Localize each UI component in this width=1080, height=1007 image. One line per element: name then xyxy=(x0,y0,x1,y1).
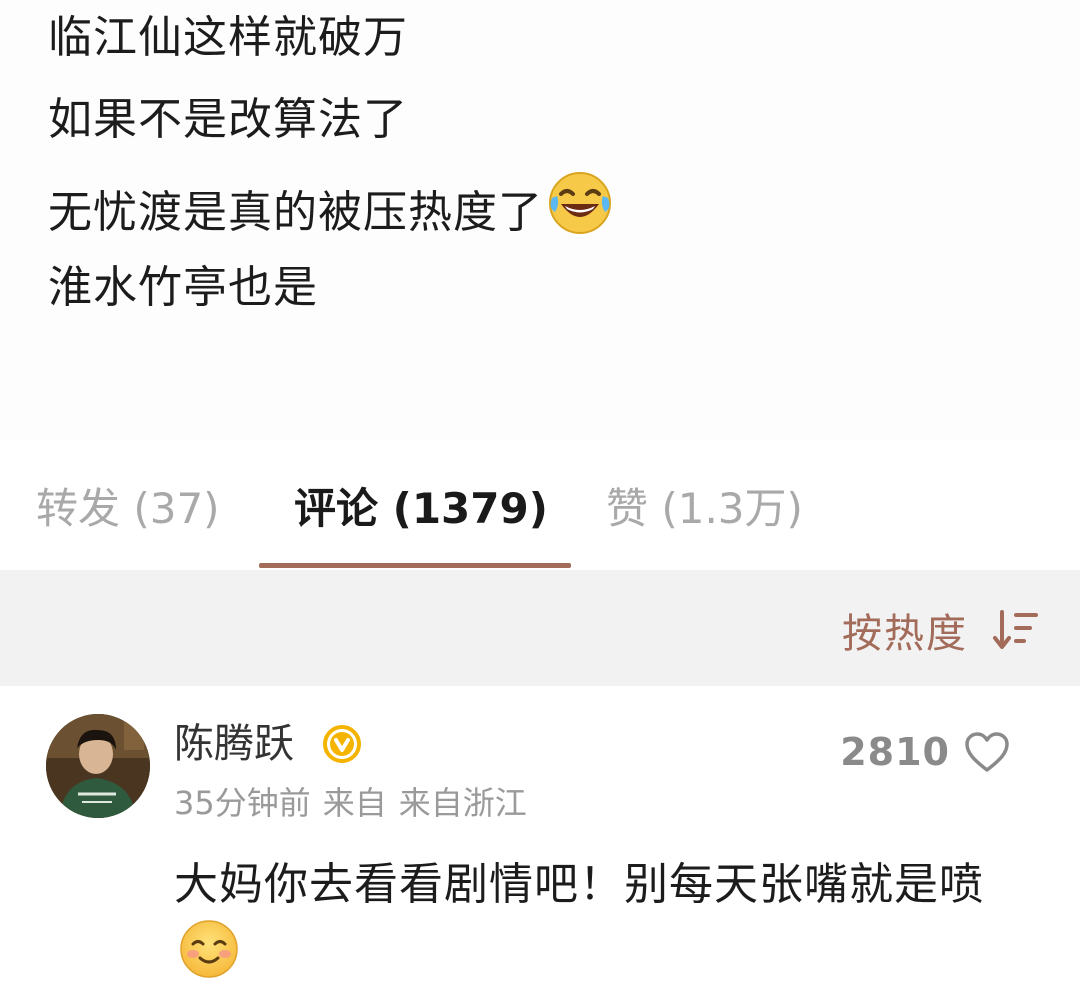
post-text-line: 淮水竹亭也是 xyxy=(48,262,318,313)
comment-text-content: 大妈你去看看剧情吧！别每天张嘴就是喷 xyxy=(174,859,984,910)
active-tab-indicator xyxy=(259,563,571,568)
comment-text: 大妈你去看看剧情吧！别每天张嘴就是喷 xyxy=(174,848,1034,1007)
comment-meta: 35分钟前 来自 来自浙江 xyxy=(174,782,539,824)
sort-label: 按热度 xyxy=(842,611,968,657)
post-text-line: 无忧渡是真的被压热度了 xyxy=(48,172,613,238)
sort-descending-icon xyxy=(992,608,1040,652)
comment-source: 来自浙江 xyxy=(398,784,527,822)
sort-by-popularity-button[interactable]: 按热度 xyxy=(842,602,1040,658)
smile-emoji-icon xyxy=(178,918,240,1003)
avatar[interactable] xyxy=(46,714,150,818)
heart-icon[interactable] xyxy=(964,731,1010,773)
comment-like-group: 2810 xyxy=(840,730,1010,774)
comment-time: 35分钟前 xyxy=(174,784,311,822)
comment-source-prefix: 来自 xyxy=(322,784,387,822)
tab-comment[interactable]: 评论 (1379) xyxy=(294,474,548,544)
post-tabs: 转发 (37) 评论 (1379) 赞 (1.3万) xyxy=(0,440,1080,570)
comment-like-count: 2810 xyxy=(840,730,950,774)
sort-bar: 按热度 xyxy=(0,570,1080,686)
tab-like[interactable]: 赞 (1.3万) xyxy=(606,474,803,544)
post-text-segment: 无忧渡是真的被压热度了 xyxy=(48,187,543,238)
post-body: 临江仙这样就破万 如果不是改算法了 无忧渡是真的被压热度了 淮水竹亭也是 xyxy=(0,0,1080,440)
post-text-line: 临江仙这样就破万 xyxy=(48,12,408,63)
verified-badge-icon xyxy=(322,724,362,764)
comment-username[interactable]: 陈腾跃 xyxy=(174,718,294,770)
comment-item: 陈腾跃 35分钟前 来自 来自浙江 2810 大妈你去看看剧情吧！别每天张嘴就是喷 xyxy=(0,686,1080,998)
post-text-line: 如果不是改算法了 xyxy=(48,94,408,145)
tab-repost[interactable]: 转发 (37) xyxy=(36,474,220,544)
laughing-tears-emoji-icon xyxy=(547,170,613,252)
